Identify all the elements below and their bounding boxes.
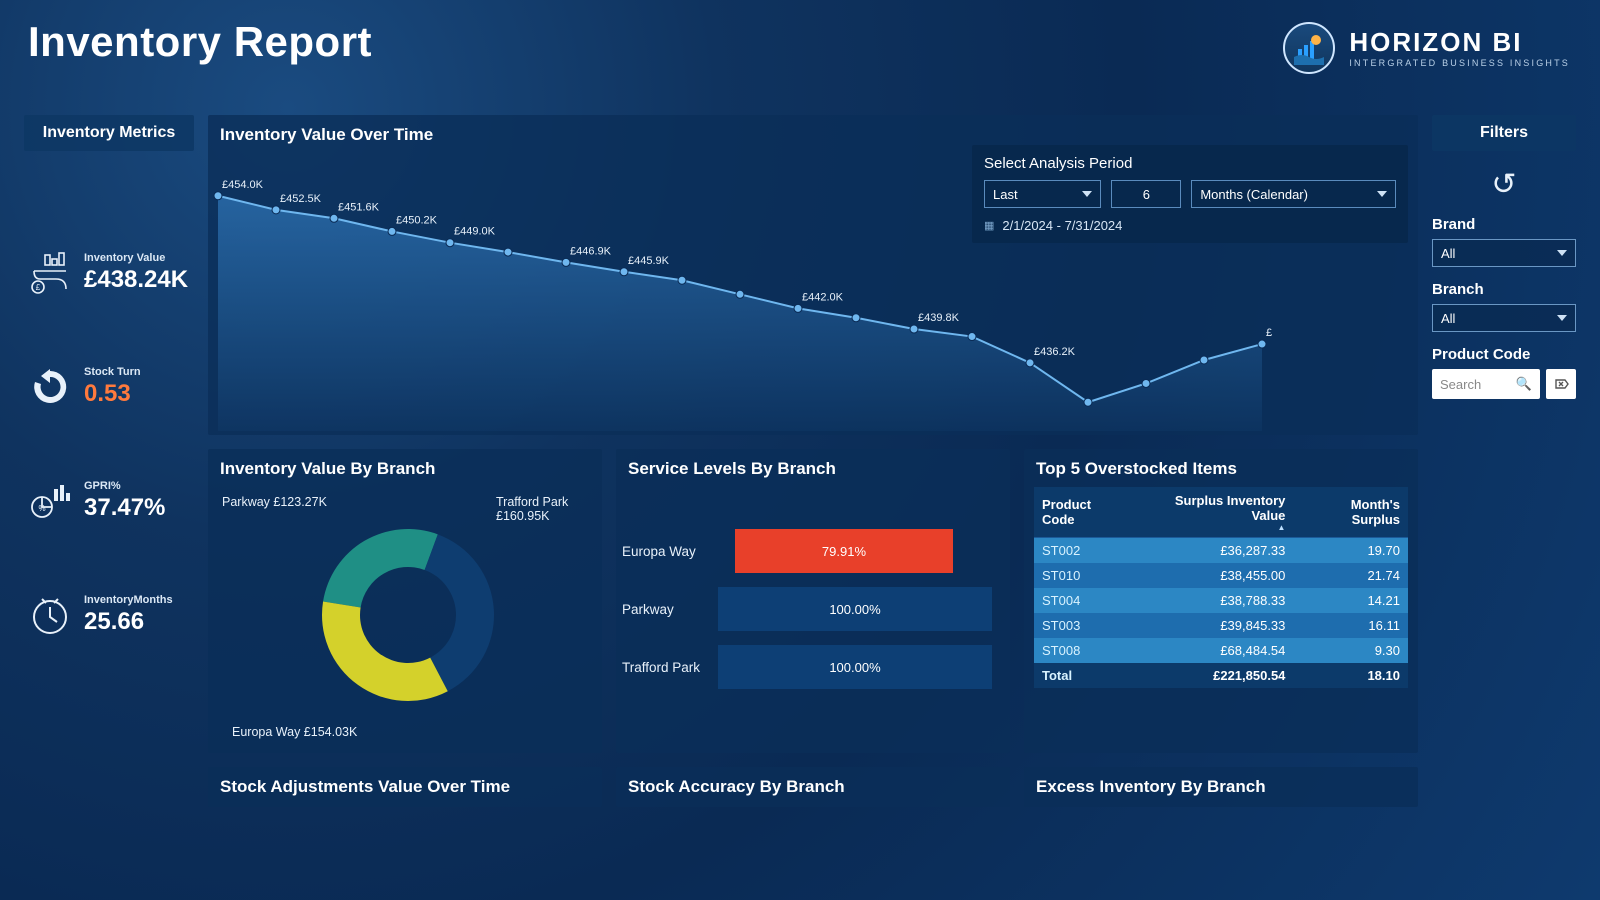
clear-search-button[interactable] — [1546, 369, 1576, 399]
analysis-period-panel: Select Analysis Period Last Months (Cale… — [972, 145, 1408, 243]
period-anchor-select[interactable]: Last — [984, 180, 1101, 208]
metrics-header: Inventory Metrics — [24, 115, 194, 151]
stock-turn-icon — [28, 365, 72, 409]
svg-text:£438.2K: £438.2K — [1266, 327, 1272, 339]
card-title: Inventory Value By Branch — [208, 449, 602, 487]
service-row: Europa Way 79.91% — [622, 529, 992, 573]
service-bar[interactable]: 100.00% — [718, 587, 992, 631]
filter-branch-select[interactable]: All — [1432, 304, 1576, 332]
brand-logo: HORIZON BI INTERGRATED BUSINESS INSIGHTS — [1283, 22, 1570, 74]
metric-label: Stock Turn — [84, 366, 141, 378]
metric-inventory-months: InventoryMonths 25.66 — [24, 593, 194, 637]
metric-label: Inventory Value — [84, 252, 188, 264]
metric-label: InventoryMonths — [84, 594, 173, 606]
svg-text:£452.5K: £452.5K — [280, 193, 322, 205]
metric-stock-turn: Stock Turn 0.53 — [24, 365, 194, 409]
svg-text:£449.0K: £449.0K — [454, 226, 496, 238]
svg-text:£436.2K: £436.2K — [1034, 346, 1076, 358]
reset-filters-icon[interactable]: ↺ — [1432, 167, 1576, 202]
th-months-surplus[interactable]: Month's Surplus — [1293, 487, 1408, 538]
service-row: Trafford Park100.00% — [622, 645, 992, 689]
excess-inventory-card: Excess Inventory By Branch — [1024, 767, 1418, 807]
metric-value: 25.66 — [84, 608, 173, 636]
inventory-value-over-time-card: Inventory Value Over Time £454.0K £452.5K… — [208, 115, 1418, 435]
card-title: Excess Inventory By Branch — [1024, 767, 1418, 805]
svg-text:£446.9K: £446.9K — [570, 245, 612, 257]
brand-tagline: INTERGRATED BUSINESS INSIGHTS — [1349, 59, 1570, 68]
service-bar[interactable]: 79.91% — [735, 529, 954, 573]
card-title: Top 5 Overstocked Items — [1024, 449, 1418, 487]
period-date-range: 2/1/2024 - 7/31/2024 — [984, 218, 1396, 233]
donut-label-europa: Europa Way £154.03K — [232, 725, 357, 739]
metric-gpri: % GPRI% 37.47% — [24, 479, 194, 523]
service-row: Parkway100.00% — [622, 587, 992, 631]
metric-inventory-value: £ Inventory Value £438.24K — [24, 251, 194, 295]
svg-text:£454.0K: £454.0K — [222, 179, 264, 191]
period-title: Select Analysis Period — [984, 155, 1396, 172]
top-overstocked-card: Top 5 Overstocked Items Product Code Sur… — [1024, 449, 1418, 753]
service-branch-label: Europa Way — [622, 544, 718, 559]
service-branch-label: Parkway — [622, 602, 718, 617]
card-title: Inventory Value Over Time — [208, 115, 1418, 147]
stock-adjustments-card: Stock Adjustments Value Over Time — [208, 767, 602, 807]
svg-text:£451.6K: £451.6K — [338, 201, 380, 213]
filters-header: Filters — [1432, 115, 1576, 151]
svg-text:£445.9K: £445.9K — [628, 255, 670, 267]
metric-value: £438.24K — [84, 266, 188, 294]
metric-value: 0.53 — [84, 380, 141, 408]
filter-brand-label: Brand — [1432, 216, 1576, 233]
donut-label-parkway: Parkway £123.27K — [222, 495, 327, 509]
product-code-search-input[interactable]: Search 🔍 — [1432, 369, 1540, 399]
svg-text:£: £ — [36, 283, 41, 292]
metric-label: GPRI% — [84, 480, 165, 492]
filter-product-code-label: Product Code — [1432, 346, 1576, 363]
service-branch-label: Trafford Park — [622, 660, 718, 675]
inventory-value-by-branch-card: Inventory Value By Branch Parkway £123.2… — [208, 449, 602, 753]
inventory-value-icon: £ — [28, 251, 72, 295]
table-row[interactable]: ST008£68,484.549.30 — [1034, 638, 1408, 663]
overstock-table[interactable]: Product Code Surplus Inventory Value▲ Mo… — [1034, 487, 1408, 688]
svg-text:%: % — [38, 504, 45, 513]
table-row[interactable]: ST002£36,287.3319.70 — [1034, 538, 1408, 564]
svg-text:£439.8K: £439.8K — [918, 312, 960, 324]
th-product-code[interactable]: Product Code — [1034, 487, 1133, 538]
page-title: Inventory Report — [28, 18, 372, 66]
table-row[interactable]: ST004£38,788.3314.21 — [1034, 588, 1408, 613]
svg-text:£450.2K: £450.2K — [396, 214, 438, 226]
service-levels-card: Service Levels By Branch Europa Way 79.91… — [616, 449, 1010, 753]
period-count-input[interactable] — [1111, 180, 1181, 208]
table-total-row: Total£221,850.5418.10 — [1034, 663, 1408, 688]
donut-chart[interactable] — [232, 487, 578, 743]
filter-branch-label: Branch — [1432, 281, 1576, 298]
table-row[interactable]: ST010£38,455.0021.74 — [1034, 563, 1408, 588]
gpri-icon: % — [28, 479, 72, 523]
stock-accuracy-card: Stock Accuracy By Branch — [616, 767, 1010, 807]
period-unit-select[interactable]: Months (Calendar) — [1191, 180, 1396, 208]
card-title: Service Levels By Branch — [616, 449, 1010, 487]
card-title: Stock Adjustments Value Over Time — [208, 767, 602, 805]
service-bar[interactable]: 100.00% — [718, 645, 992, 689]
th-surplus-value[interactable]: Surplus Inventory Value▲ — [1133, 487, 1293, 538]
inventory-months-icon — [28, 593, 72, 637]
search-icon: 🔍 — [1516, 376, 1532, 392]
svg-text:£442.0K: £442.0K — [802, 291, 844, 303]
table-row[interactable]: ST003£39,845.3316.11 — [1034, 613, 1408, 638]
metric-value: 37.47% — [84, 494, 165, 522]
filter-brand-select[interactable]: All — [1432, 239, 1576, 267]
brand-name: HORIZON BI — [1349, 29, 1570, 55]
donut-label-trafford: Trafford Park £160.95K — [496, 495, 586, 523]
brand-badge-icon — [1283, 22, 1335, 74]
card-title: Stock Accuracy By Branch — [616, 767, 1010, 805]
